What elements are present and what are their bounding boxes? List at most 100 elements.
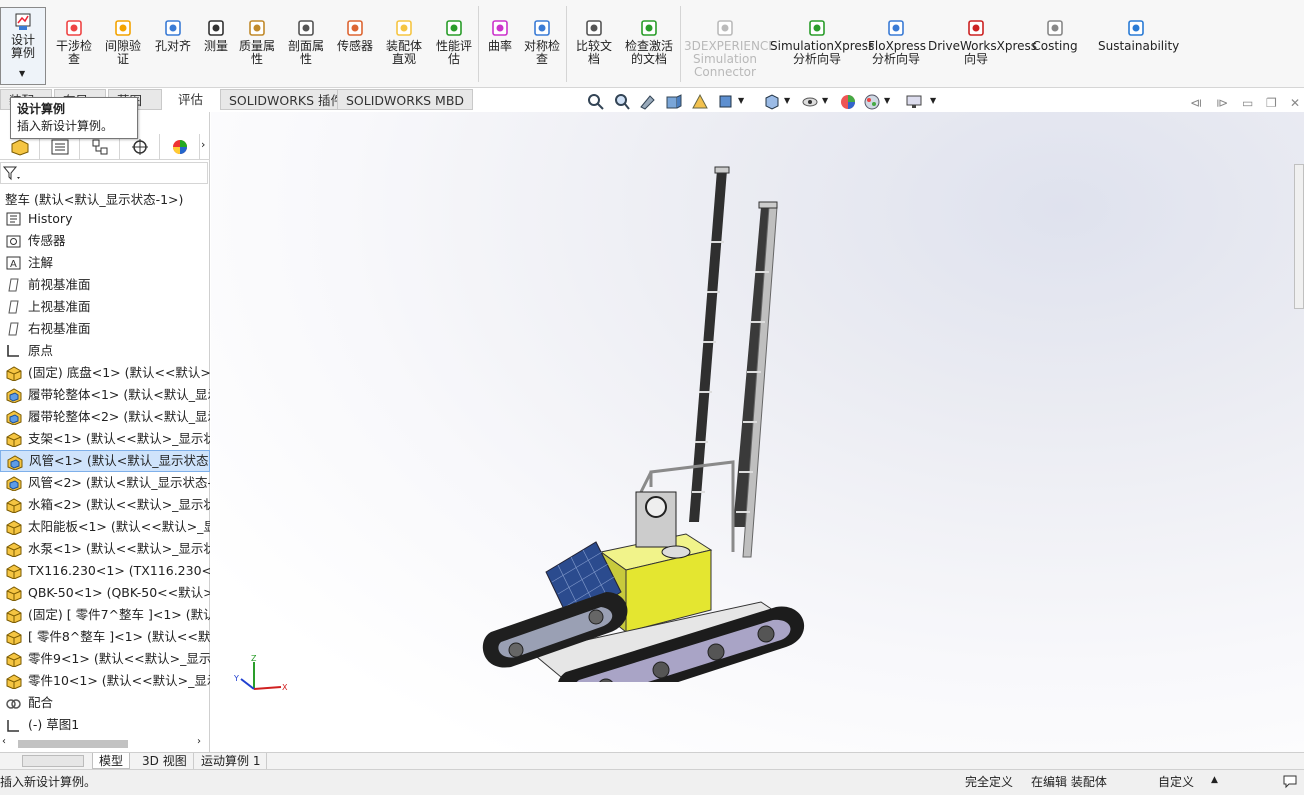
tab-solidworks-mbd[interactable]: SOLIDWORKS MBD [337, 89, 474, 110]
check-doc-button[interactable]: 检查激活的文档 [620, 4, 678, 66]
measure-button[interactable]: 测量 [199, 4, 233, 53]
tree-item-label: (固定) 底盘<1> (默认<<默认>_显 [28, 365, 210, 380]
costing-button[interactable]: Costing [1032, 4, 1078, 53]
tree-item[interactable]: TX116.230<1> (TX116.230<<默 [0, 560, 210, 582]
assembly-root-node[interactable]: 整车 (默认<默认_显示状态-1>) [5, 189, 183, 208]
tab-evaluate[interactable]: 评估 [170, 89, 211, 110]
chevron-down-icon[interactable]: ▼ [784, 96, 790, 105]
design-study-button[interactable]: 设计算例 ▼ [0, 7, 46, 85]
tree-item[interactable]: (-) 草图1 [0, 714, 210, 736]
restore-left-icon[interactable]: ⧏ [1190, 96, 1202, 110]
tab-3d-view[interactable]: 3D 视图 [136, 753, 194, 769]
chevron-down-icon[interactable]: ▼ [930, 96, 936, 105]
tab-motion-study[interactable]: 运动算例 1 [195, 753, 268, 769]
clearance-button[interactable]: 间隙验证 [101, 4, 145, 66]
performance-button[interactable]: 性能评估 [432, 4, 476, 66]
zoom-area-icon[interactable] [612, 92, 632, 112]
chevron-down-icon[interactable]: ▼ [19, 67, 25, 80]
3dx-button[interactable]: 3DEXPERIENCE Simulation Connector [684, 4, 776, 79]
dynamic-annotation-icon[interactable] [690, 92, 710, 112]
tab-scroll-arrows[interactable] [22, 755, 84, 767]
task-pane-tabs[interactable] [1294, 164, 1304, 309]
chevron-right-icon[interactable]: › [201, 138, 205, 151]
chat-icon[interactable] [1282, 773, 1298, 789]
scroll-left-icon[interactable]: ‹ [2, 736, 6, 747]
edit-appearance-icon[interactable] [838, 92, 858, 112]
curvature-button[interactable]: 曲率 [484, 4, 516, 53]
ribbon-label: 曲率 [487, 39, 512, 53]
tree-item[interactable]: 水箱<2> (默认<<默认>_显示状态 [0, 494, 210, 516]
tree-item-label: [ 零件8^整车 ]<1> (默认<<默认 [28, 629, 210, 644]
apply-scene-icon[interactable] [862, 92, 882, 112]
interference-button[interactable]: 干涉检查 [52, 4, 96, 66]
tree-item[interactable]: [ 零件8^整车 ]<1> (默认<<默认 [0, 626, 210, 648]
chevron-down-icon[interactable]: ▼ [822, 96, 828, 105]
tree-item[interactable]: (固定) [ 零件7^整车 ]<1> (默认< [0, 604, 210, 626]
tab-model[interactable]: 模型 [92, 753, 131, 769]
tree-item[interactable]: 水泵<1> (默认<<默认>_显示状态 [0, 538, 210, 560]
tree-item[interactable]: 风管<2> (默认<默认_显示状态-1 [0, 472, 210, 494]
minimize-icon[interactable]: ▭ [1242, 96, 1253, 110]
section-view-icon[interactable] [664, 92, 684, 112]
status-units[interactable]: 自定义 [1158, 773, 1194, 790]
maximize-icon[interactable]: ❐ [1266, 96, 1277, 110]
tree-item[interactable]: 右视基准面 [0, 318, 210, 340]
mass-properties-button[interactable]: 质量属性 [236, 4, 278, 66]
costing-icon [1047, 20, 1063, 36]
ribbon-label: 对称检查 [523, 39, 560, 66]
tree-item[interactable]: 零件10<1> (默认<<默认>_显示状 [0, 670, 210, 692]
compare-docs-button[interactable]: 比较文档 [571, 4, 617, 66]
scroll-right-icon[interactable]: › [197, 736, 201, 747]
previous-view-icon[interactable] [638, 92, 658, 112]
tree-item[interactable]: 履带轮整体<1> (默认<默认_显示 [0, 384, 210, 406]
tab-display-manager[interactable] [160, 134, 200, 159]
driveworks-button[interactable]: DriveWorksXpress 向导 [928, 4, 1037, 66]
sensor-button[interactable]: 传感器 [333, 4, 377, 53]
tree-item[interactable]: 履带轮整体<2> (默认<默认_显示 [0, 406, 210, 428]
sustainability-button[interactable]: Sustainability [1098, 4, 1179, 53]
zoom-to-fit-icon[interactable] [586, 92, 606, 112]
tree-item[interactable]: 太阳能板<1> (默认<<默认>_显示 [0, 516, 210, 538]
display-style-icon[interactable] [762, 92, 782, 112]
tree-item[interactable]: 支架<1> (默认<<默认>_显示状态 [0, 428, 210, 450]
hole-align-button[interactable]: 孔对齐 [150, 4, 196, 53]
tree-item[interactable]: History [0, 208, 210, 230]
tree-item[interactable]: A 注解 [0, 252, 210, 274]
tree-filter-bar[interactable] [0, 162, 208, 184]
tree-item-label: 风管<2> (默认<默认_显示状态-1 [28, 475, 210, 490]
chevron-down-icon[interactable]: ▼ [884, 96, 890, 105]
tree-item-label: 支架<1> (默认<<默认>_显示状态 [28, 431, 210, 446]
tree-item[interactable]: 零件9<1> (默认<<默认>_显示状 [0, 648, 210, 670]
view-orientation-icon[interactable] [716, 92, 736, 112]
tree-item-label: 配合 [28, 695, 54, 710]
graphics-area[interactable]: Z X Y [211, 112, 1304, 753]
filter-icon[interactable] [2, 165, 21, 181]
tree-item[interactable]: 风管<1> (默认<默认_显示状态-1 [0, 450, 210, 472]
tab-solidworks-addins[interactable]: SOLIDWORKS 插件 [220, 89, 353, 110]
tree-item-label: QBK-50<1> (QBK-50<<默认>_ [28, 585, 210, 600]
tree-item[interactable]: 前视基准面 [0, 274, 210, 296]
tree-item[interactable]: (固定) 底盘<1> (默认<<默认>_显 [0, 362, 210, 384]
tree-horizontal-scrollbar[interactable]: ‹ › [0, 736, 208, 750]
part-icon [6, 432, 22, 447]
section-properties-button[interactable]: 剖面属性 [283, 4, 329, 66]
hide-show-items-icon[interactable] [800, 92, 820, 112]
triad-y-label: Y [233, 674, 239, 683]
tree-item[interactable]: 原点 [0, 340, 210, 362]
tree-item[interactable]: 传感器 [0, 230, 210, 252]
assembly-model-3d[interactable] [471, 162, 811, 682]
restore-right-icon[interactable]: ⧐ [1216, 96, 1228, 110]
view-settings-icon[interactable] [904, 92, 924, 112]
tree-item[interactable]: 配合 [0, 692, 210, 714]
close-icon[interactable]: ✕ [1290, 96, 1300, 110]
symmetry-button[interactable]: 对称检查 [519, 4, 565, 66]
simxpress-button[interactable]: SimulationXpress 分析向导 [770, 4, 874, 66]
history-icon [6, 212, 21, 226]
scrollbar-thumb[interactable] [18, 740, 128, 748]
chevron-up-icon[interactable]: ▲ [1211, 775, 1218, 785]
chevron-down-icon[interactable]: ▼ [738, 96, 744, 105]
assembly-visual-button[interactable]: 装配体直观 [381, 4, 427, 66]
floxpress-button[interactable]: FloXpress 分析向导 [868, 4, 926, 66]
tree-item[interactable]: 上视基准面 [0, 296, 210, 318]
tree-item[interactable]: QBK-50<1> (QBK-50<<默认>_ [0, 582, 210, 604]
